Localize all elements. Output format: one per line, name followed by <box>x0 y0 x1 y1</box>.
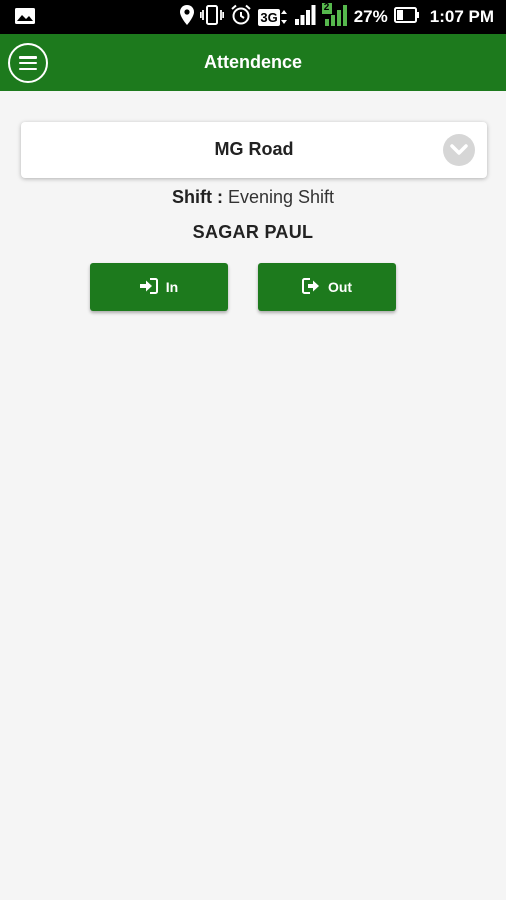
clock-time: 1:07 PM <box>429 7 494 26</box>
battery-icon <box>393 6 420 29</box>
check-in-button[interactable]: In <box>90 263 228 311</box>
battery-percent: 27% <box>353 7 388 26</box>
shift-value: Evening Shift <box>227 187 335 207</box>
shift-info: Shift : Evening Shift <box>0 187 506 208</box>
check-in-label: In <box>165 279 179 295</box>
alarm-icon <box>230 4 252 31</box>
status-bar: 3G 2 27% 1:07 PM <box>0 0 506 34</box>
chevron-down-icon[interactable] <box>443 134 475 166</box>
check-out-button[interactable]: Out <box>258 263 396 311</box>
check-out-label: Out <box>327 279 353 295</box>
network-3g-icon: 3G <box>258 8 287 26</box>
vibrate-icon <box>200 4 225 30</box>
menu-icon <box>19 56 37 70</box>
image-icon <box>14 7 36 30</box>
page-title: Attendence <box>203 52 302 72</box>
sign-out-icon <box>301 277 320 297</box>
location-selected-value: MG Road <box>214 139 294 159</box>
employee-name: SAGAR PAUL <box>192 222 314 242</box>
sign-in-icon <box>139 277 158 297</box>
app-bar: Attendence <box>0 34 506 91</box>
signal-icon <box>294 4 316 31</box>
location-icon <box>180 4 195 30</box>
signal-sim2-icon: 2 <box>321 2 348 32</box>
location-dropdown[interactable]: MG Road <box>21 122 487 178</box>
menu-button[interactable] <box>8 43 48 83</box>
shift-label: Shift : <box>171 187 223 207</box>
